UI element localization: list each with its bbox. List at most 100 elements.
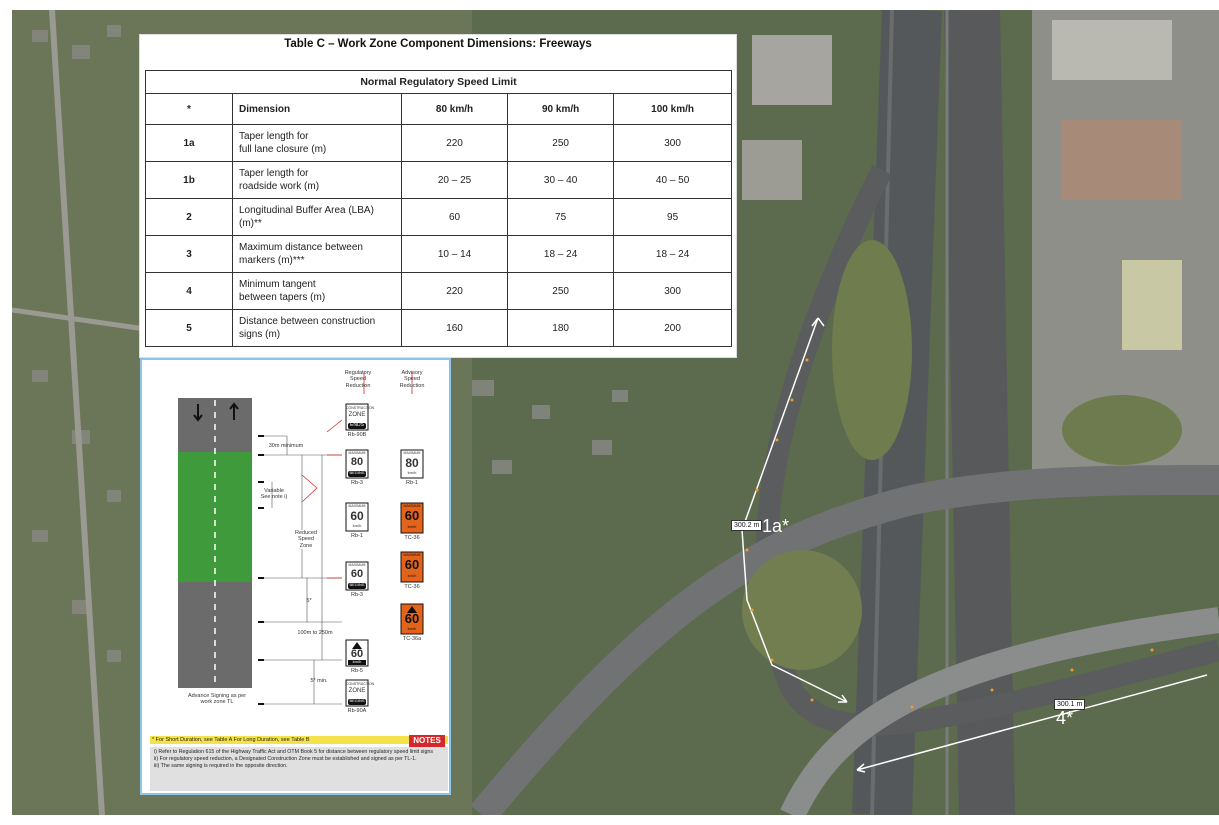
row-value-80: 10 – 14 xyxy=(400,235,509,273)
notes-badge: NOTES xyxy=(409,735,445,747)
measure-box-taper: 300.2 m xyxy=(731,520,763,531)
sign-text: CONSTRUCTION xyxy=(346,682,375,686)
table-row: 1a Taper length for full lane closure (m)… xyxy=(145,124,732,162)
note-item: i) Refer to Regulation 615 of the Highwa… xyxy=(154,749,434,755)
sign-code: TC-36 xyxy=(404,584,420,590)
reg-header: Regulatory Speed Reduction xyxy=(344,370,372,389)
notes-body: i) Refer to Regulation 615 of the Highwa… xyxy=(150,747,448,791)
col-header-dimension: Dimension xyxy=(232,93,402,125)
sign-text: MAXIMUM xyxy=(348,563,366,567)
sign-text: ZONE xyxy=(348,688,366,694)
label-variable: Variable See note i) xyxy=(260,488,288,501)
row-id: 2 xyxy=(145,198,233,236)
row-value-100: 95 xyxy=(613,198,732,236)
sign-number: 60 xyxy=(350,509,364,523)
sign-number: 80 xyxy=(350,456,364,468)
measure-label-tangent: 4* xyxy=(1056,708,1074,728)
note-item: ii) For regulatory speed reduction, a De… xyxy=(154,756,417,763)
col-header-star: * xyxy=(145,93,233,125)
sign-code: Rb-5 xyxy=(351,668,363,674)
table-row: 2 Longitudinal Buffer Area (LBA) (m)** 60… xyxy=(145,198,732,236)
sign-unit: km/h xyxy=(407,573,417,578)
row-value-100: 200 xyxy=(613,309,732,347)
row-value-100: 40 – 50 xyxy=(613,161,732,199)
table-title: Table C – Work Zone Component Dimensions… xyxy=(284,38,592,50)
row-value-100: 300 xyxy=(613,124,732,162)
row-value-80: 160 xyxy=(400,309,509,347)
sign-number: 80 xyxy=(405,456,419,470)
sign-unit: km/h xyxy=(407,524,417,529)
adv-header: Advisory Speed Reduction xyxy=(399,370,425,389)
notes-strip: * For Short Duration, see Table A For Lo… xyxy=(150,736,448,744)
work-zone-area xyxy=(178,452,252,582)
sign-text: MAXIMUM xyxy=(348,451,366,455)
group-header: Normal Regulatory Speed Limit xyxy=(145,70,732,94)
sign-number: 60 xyxy=(404,508,420,523)
signing-diagram-panel: Regulatory Speed Reduction Advisory Spee… xyxy=(140,358,451,795)
row-value-90: 250 xyxy=(507,124,615,162)
row-id: 3 xyxy=(145,235,233,273)
sign-code: Rb-1 xyxy=(406,480,418,486)
sign-text: CONSTRUCTION xyxy=(346,406,375,410)
label-reduced-zone: Reduced Speed Zone xyxy=(292,530,320,549)
sign-text: MAXIMUM xyxy=(403,451,421,455)
table-row: 4 Minimum tangent between tapers (m) 220 … xyxy=(145,272,732,310)
row-dimension: Distance between construction signs (m) xyxy=(232,309,402,347)
sign-code: Rb-90B xyxy=(347,432,367,438)
table-row: 5 Distance between construction signs (m)… xyxy=(145,309,732,347)
sign-code: TC-36a xyxy=(402,636,422,642)
row-id: 5 xyxy=(145,309,233,347)
label-5a: 5* xyxy=(306,598,312,604)
col-header-100: 100 km/h xyxy=(613,93,732,125)
row-value-100: 300 xyxy=(613,272,732,310)
sign-text: BEGINS xyxy=(349,582,365,587)
sign-number: 60 xyxy=(350,568,364,580)
label-5min: 5* min. xyxy=(310,678,328,684)
sign-code: Rb-90A xyxy=(347,708,367,714)
row-dimension: Taper length for full lane closure (m) xyxy=(232,124,402,162)
row-dimension: Maximum distance between markers (m)*** xyxy=(232,235,402,273)
row-value-80: 220 xyxy=(400,124,509,162)
dimensions-table: Normal Regulatory Speed Limit * Dimensio… xyxy=(145,70,732,347)
row-dimension: Taper length for roadside work (m) xyxy=(232,161,402,199)
row-value-90: 18 – 24 xyxy=(507,235,615,273)
table-row: 3 Maximum distance between markers (m)***… xyxy=(145,235,732,273)
sign-code: Rb-3 xyxy=(351,480,363,486)
table-row: 1b Taper length for roadside work (m) 20 … xyxy=(145,161,732,199)
measure-label-taper: 1a* xyxy=(762,516,790,536)
row-value-90: 75 xyxy=(507,198,615,236)
sign-number: 60 xyxy=(404,611,420,626)
col-header-80: 80 km/h xyxy=(400,93,509,125)
row-value-80: 60 xyxy=(400,198,509,236)
row-value-90: 180 xyxy=(507,309,615,347)
row-value-90: 30 – 40 xyxy=(507,161,615,199)
row-value-80: 20 – 25 xyxy=(400,161,509,199)
sign-text: MAXIMUM xyxy=(348,504,366,508)
row-dimension: Longitudinal Buffer Area (LBA) (m)** xyxy=(232,198,402,236)
label-advance: Advance Signing as per work zone TL xyxy=(187,693,247,706)
sign-unit: km/h xyxy=(407,470,417,475)
sign-text: BEGINS xyxy=(349,470,365,475)
sign-code: Rb-1 xyxy=(351,533,363,539)
sign-code: TC-36 xyxy=(404,535,420,541)
col-header-90: 90 km/h xyxy=(507,93,615,125)
sign-text: ENDS xyxy=(350,422,364,428)
sign-text: BEGINS xyxy=(349,698,365,703)
row-value-80: 220 xyxy=(400,272,509,310)
sign-text: ZONE xyxy=(348,412,366,418)
label-100-250: 100m to 250m xyxy=(297,630,333,636)
row-id: 1b xyxy=(145,161,233,199)
row-value-100: 18 – 24 xyxy=(613,235,732,273)
row-dimension: Minimum tangent between tapers (m) xyxy=(232,272,402,310)
sign-unit: km/h xyxy=(407,626,417,631)
sign-number: 60 xyxy=(404,557,420,572)
dimensions-table-panel: Table C – Work Zone Component Dimensions… xyxy=(140,35,736,357)
row-id: 1a xyxy=(145,124,233,162)
row-value-90: 250 xyxy=(507,272,615,310)
note-item: iii) The same signing is required in the… xyxy=(154,763,288,770)
sign-unit: km/h xyxy=(352,523,362,528)
row-id: 4 xyxy=(145,272,233,310)
label-30m: 30m minimum xyxy=(268,443,304,449)
sign-unit: km/h xyxy=(352,659,362,664)
sign-code: Rb-3 xyxy=(351,592,363,598)
